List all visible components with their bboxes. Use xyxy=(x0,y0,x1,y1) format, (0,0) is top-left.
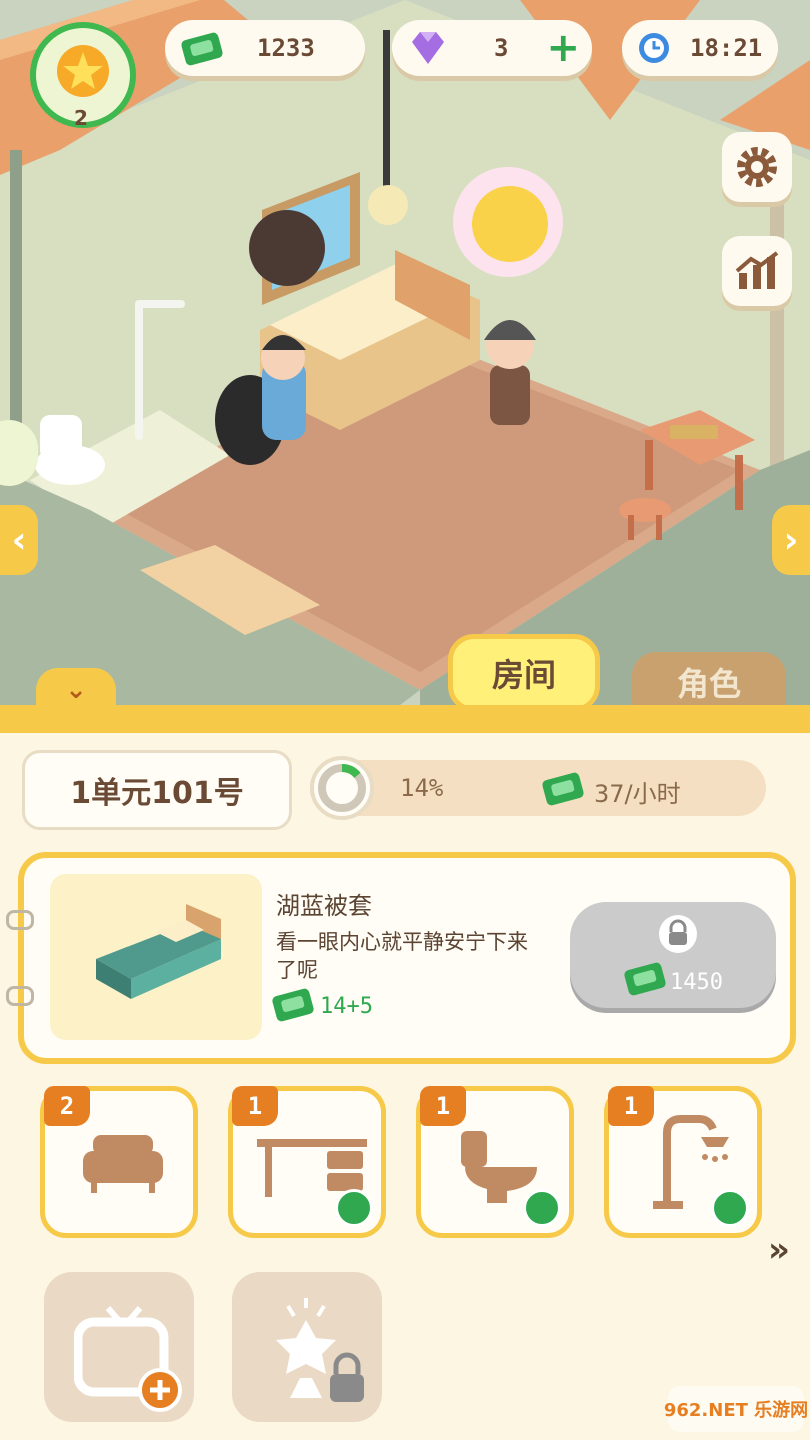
add-gems-icon[interactable]: + xyxy=(546,28,580,68)
chevron-left-icon: ‹ xyxy=(11,519,27,561)
stats-button[interactable] xyxy=(722,236,792,306)
income-rate: 37/小时 xyxy=(594,780,681,808)
binder-ring-icon xyxy=(6,986,34,1006)
clock-display: 18:21 xyxy=(622,20,778,76)
item-price: 1450 xyxy=(670,970,723,995)
cash-icon xyxy=(624,962,666,996)
slot-count-badge: 1 xyxy=(232,1086,278,1126)
slot-count-badge: 1 xyxy=(608,1086,654,1126)
add-tv-slot[interactable] xyxy=(44,1272,194,1422)
cash-icon xyxy=(542,772,584,806)
bar-chart-icon xyxy=(735,251,779,289)
cash-value: 1233 xyxy=(257,34,315,62)
upgrade-button[interactable] xyxy=(711,1189,749,1227)
watermark: 962.NET 乐游网 xyxy=(664,1386,808,1432)
item-name: 湖蓝被套 xyxy=(276,892,372,920)
room-progress-bar xyxy=(310,760,766,816)
star-icon xyxy=(57,45,109,97)
tab-room[interactable]: 房间 xyxy=(448,634,600,712)
upgrade-button[interactable] xyxy=(335,1189,373,1227)
progress-ring xyxy=(310,756,374,820)
cash-icon xyxy=(181,32,223,66)
clock-time: 18:21 xyxy=(690,34,763,62)
room-name-plate: 1单元101号 xyxy=(22,750,292,830)
chevron-right-icon: › xyxy=(783,519,799,561)
progress-percent: 14% xyxy=(400,774,444,802)
bed-icon xyxy=(83,1135,163,1193)
gem-icon xyxy=(412,32,444,64)
cash-counter[interactable]: 1233 xyxy=(165,20,365,76)
cash-icon xyxy=(272,988,314,1022)
binder-ring-icon xyxy=(6,910,34,930)
chevron-down-icon: ⌄ xyxy=(65,675,87,705)
more-items-icon[interactable]: » xyxy=(768,1230,790,1270)
item-income-bonus: 14+5 xyxy=(320,994,373,1019)
bed-icon xyxy=(96,904,221,999)
player-level-number: 2 xyxy=(74,106,88,130)
settings-button[interactable] xyxy=(722,132,792,202)
locked-lamp-slot[interactable] xyxy=(232,1272,382,1422)
slot-count-badge: 2 xyxy=(44,1086,90,1126)
upgrade-button[interactable] xyxy=(523,1189,561,1227)
gear-icon xyxy=(737,147,777,187)
clock-icon xyxy=(639,33,669,63)
prev-room-button[interactable]: ‹ xyxy=(0,505,38,575)
tv-add-icon xyxy=(74,1306,182,1412)
gem-value: 3 xyxy=(494,34,509,62)
lock-icon xyxy=(659,915,697,953)
gem-counter[interactable]: 3 + xyxy=(392,20,592,76)
next-room-button[interactable]: › xyxy=(772,505,810,575)
slot-count-badge: 1 xyxy=(420,1086,466,1126)
lamp-locked-icon xyxy=(276,1298,364,1402)
item-preview xyxy=(50,874,262,1040)
tab-character[interactable]: 角色 xyxy=(632,652,786,712)
buy-item-button[interactable]: 1450 xyxy=(570,902,776,1008)
item-description: 看一眼内心就平静安宁下来了呢 xyxy=(276,930,528,982)
